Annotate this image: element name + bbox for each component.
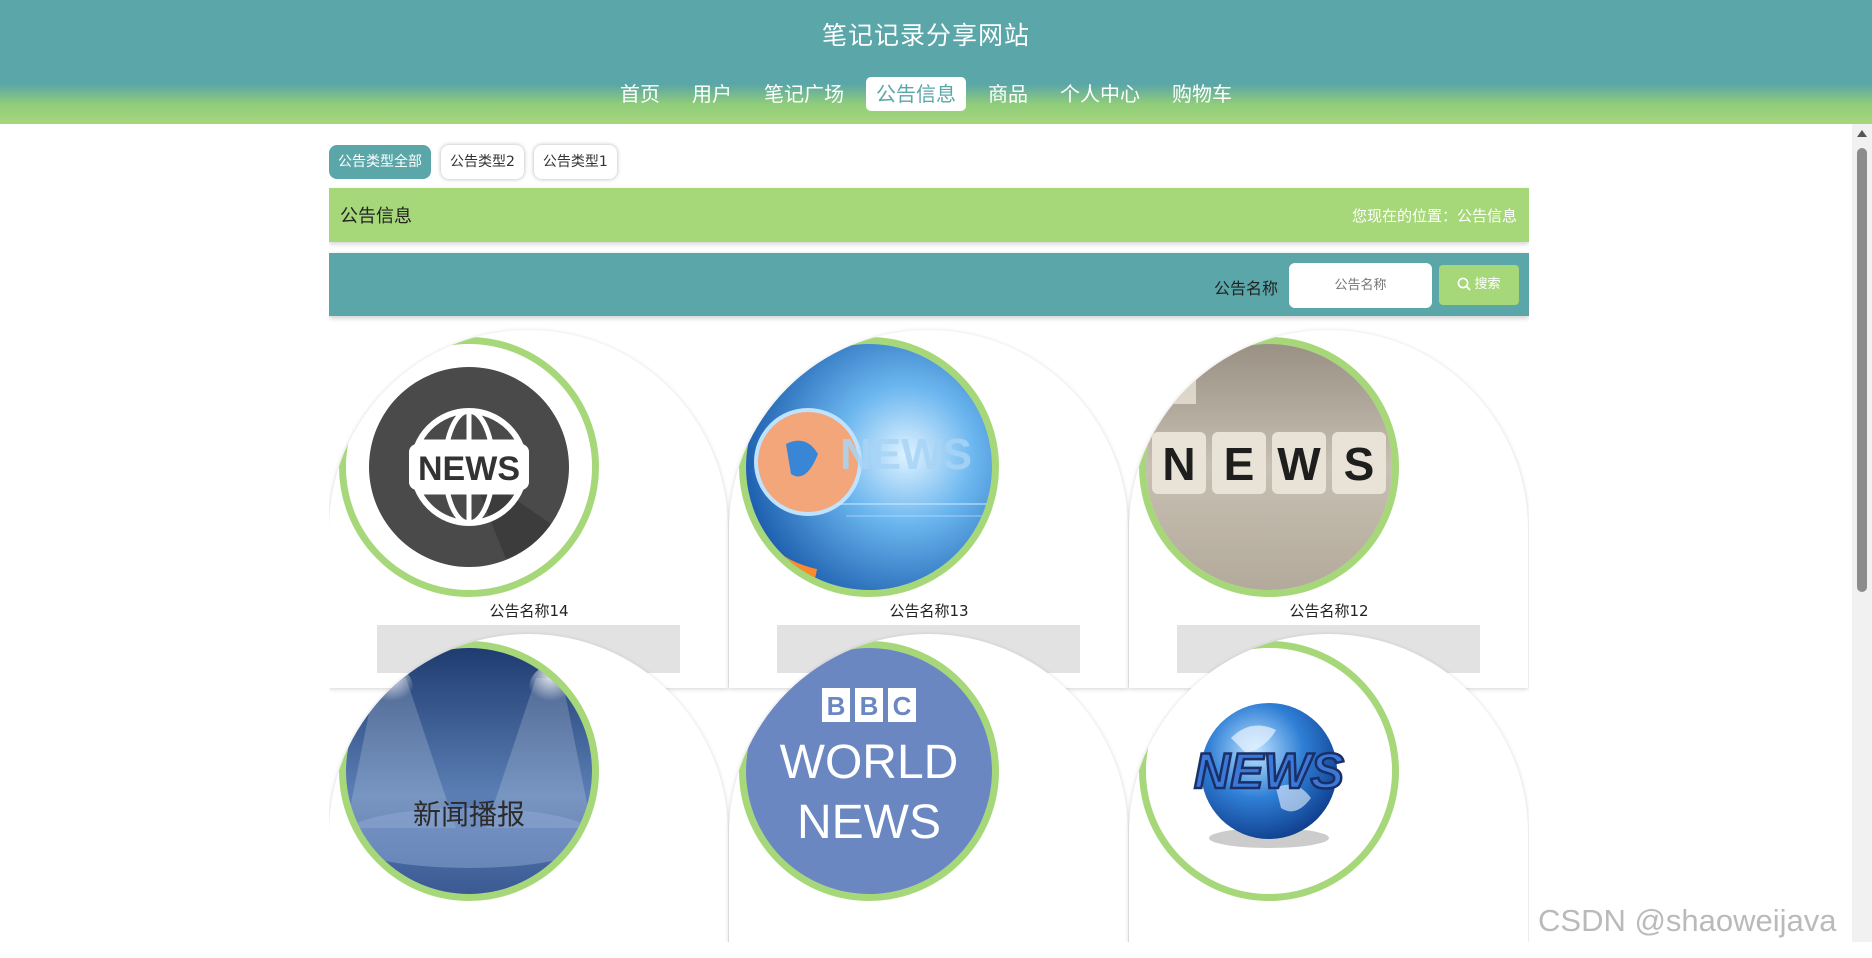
filter-type-1[interactable]: 公告类型1 [533, 145, 617, 179]
blue-news-image: NEWS [746, 344, 992, 590]
nav-item-notes-square[interactable]: 笔记广场 [754, 77, 854, 111]
announcement-image: B B C WORLD NEWS [739, 641, 999, 901]
announcement-image: NEWS [1139, 641, 1399, 901]
news-logo-text: NEWS [418, 450, 520, 488]
main-content: 公告类型全部公告类型2 公告类型1 公告信息 您现在的位置：公告信息 公告名称 搜… [329, 124, 1529, 942]
site-title: 笔记记录分享网站 [821, 21, 1030, 50]
bbc-news-text: NEWS [797, 796, 941, 849]
site-header: 笔记记录分享网站 首页 用户 笔记广场 公告信息 商品 个人中心 购物车 [0, 0, 1872, 124]
main-nav: 首页 用户 笔记广场 公告信息 商品 个人中心 购物车 [0, 77, 1852, 111]
announcement-image: 新闻播报 [339, 641, 599, 901]
filter-all-types[interactable]: 公告类型全部 [329, 145, 431, 179]
stage-news-text: 新闻播报 [413, 798, 525, 831]
filter-type-2[interactable]: 公告类型2 [441, 145, 524, 179]
news-image-text: NEWS [840, 430, 972, 479]
bbc-world-news-image: B B C WORLD NEWS [746, 648, 992, 894]
search-input[interactable] [1289, 263, 1432, 308]
bbc-world-text: WORLD [780, 736, 959, 789]
announcement-image: NEWS [339, 337, 599, 597]
scroll-up-arrow-icon[interactable] [1857, 130, 1867, 137]
earth-news-image: NEWS [1146, 648, 1392, 894]
section-title: 公告信息 [340, 206, 412, 227]
globe-news-icon: NEWS [346, 344, 592, 590]
announcement-name: 公告名称13 [889, 602, 969, 620]
section-title-bar: 公告信息 您现在的位置：公告信息 [329, 188, 1529, 242]
nav-item-products[interactable]: 商品 [978, 77, 1038, 111]
type-filter-bar: 公告类型全部 公告类型2 公告类型1 [329, 145, 627, 179]
search-bar: 公告名称 搜索 [329, 253, 1529, 316]
dice-letter-w: W [1277, 438, 1321, 490]
svg-text:C: C [893, 691, 912, 721]
nav-item-users[interactable]: 用户 [682, 77, 742, 111]
breadcrumb: 您现在的位置：公告信息 [1351, 207, 1517, 225]
nav-item-announcements[interactable]: 公告信息 [866, 77, 966, 111]
announcement-image: NEWS [739, 337, 999, 597]
nav-item-cart[interactable]: 购物车 [1162, 77, 1242, 111]
search-label: 公告名称 [1214, 279, 1279, 298]
search-icon [1458, 277, 1472, 291]
nav-item-personal-center[interactable]: 个人中心 [1050, 77, 1150, 111]
dice-letter-s: S [1344, 438, 1375, 490]
search-button[interactable]: 搜索 [1439, 265, 1519, 305]
svg-text:B: B [827, 691, 846, 721]
dice-news-image: N E W S [1146, 344, 1392, 590]
search-button-label: 搜索 [1474, 277, 1501, 292]
watermark: CSDN @shaoweijava [1538, 903, 1837, 938]
announcement-image: N E W S [1139, 337, 1399, 597]
announcement-name: 公告名称12 [1289, 602, 1369, 620]
dice-letter-n: N [1162, 438, 1195, 490]
svg-text:B: B [860, 691, 879, 721]
announcement-name: 公告名称14 [489, 602, 569, 620]
stage-news-image: 新闻播报 [346, 648, 592, 894]
dice-letter-e: E [1224, 438, 1255, 490]
scrollbar-thumb[interactable] [1857, 148, 1867, 592]
earth-news-text: NEWS [1194, 743, 1344, 799]
nav-item-home[interactable]: 首页 [610, 77, 670, 111]
